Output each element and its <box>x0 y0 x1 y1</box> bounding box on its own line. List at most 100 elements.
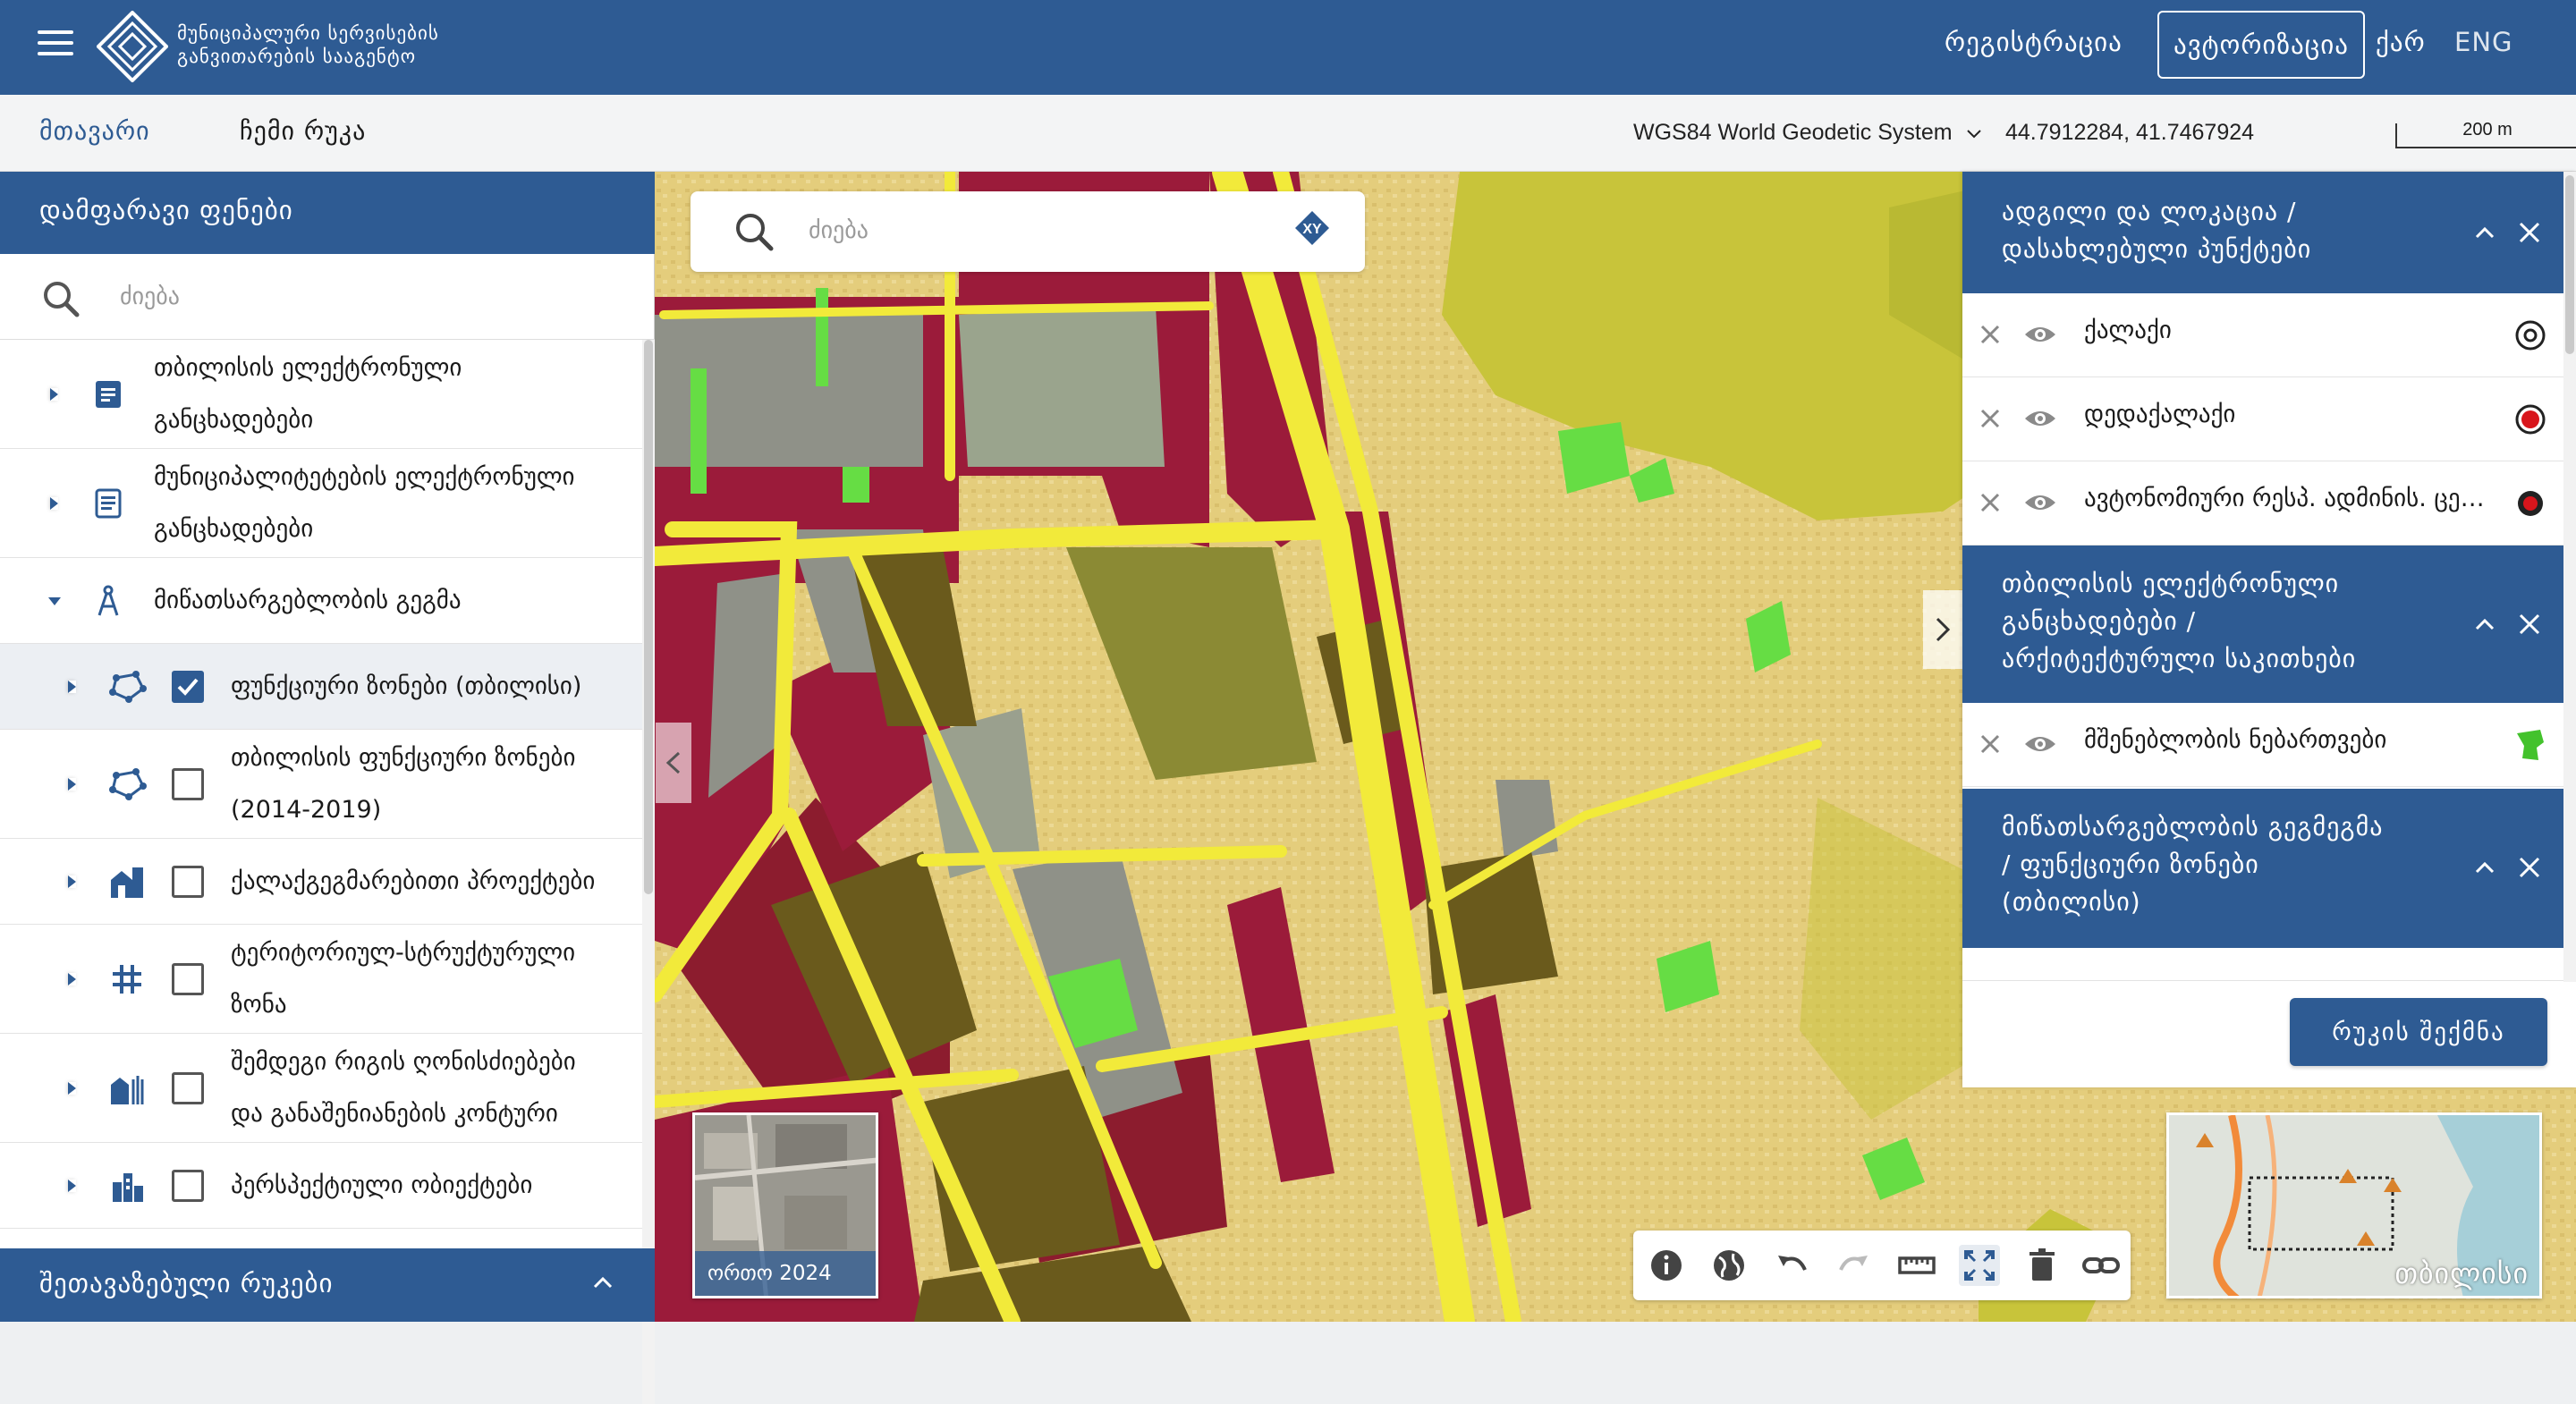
crs-selector[interactable]: WGS84 World Geodetic System <box>1633 120 1982 146</box>
expand-arrow-icon[interactable] <box>68 875 76 888</box>
menu-icon[interactable] <box>38 30 73 59</box>
layer-territorial-structural-zone[interactable]: ტერიტორიულ-სტრუქტურული ზონა <box>0 925 642 1034</box>
legend-item-label: დედაქალაქი <box>2084 401 2236 428</box>
divider <box>1962 980 2576 981</box>
expand-arrow-icon[interactable] <box>68 681 76 693</box>
collapse-right-panel-button[interactable] <box>1923 590 1962 669</box>
globe-icon[interactable] <box>1708 1245 1750 1286</box>
visibility-eye-icon[interactable] <box>2023 732 2057 757</box>
map-search-box <box>691 191 1365 272</box>
overview-map[interactable]: თბილისი <box>2166 1112 2542 1298</box>
layer-label: ფუნქციური ზონები (თბილისი) <box>231 672 582 700</box>
chevron-right-icon <box>1936 617 1951 642</box>
park-3 <box>843 467 869 503</box>
expand-arrow-icon[interactable] <box>68 778 76 791</box>
tab-my-map[interactable]: ჩემი რუკა <box>240 116 366 146</box>
map-search-input[interactable] <box>807 213 1272 249</box>
agency-name-line2: განვითარების სააგენტო <box>177 46 417 67</box>
lang-ka-link[interactable]: ქარ <box>2376 27 2426 57</box>
chevron-down-icon <box>1966 130 1981 139</box>
chevron-up-icon[interactable] <box>2474 857 2496 878</box>
basemap-switcher-ortho[interactable]: ორთო 2024 <box>692 1112 878 1298</box>
layer-checkbox[interactable] <box>172 963 204 995</box>
layer-group-land-use-plan[interactable]: მიწათსარგებლობის გეგმა <box>0 558 642 644</box>
layer-tbilisi-functional-zones-2014[interactable]: თბილისის ფუნქციური ზონები (2014-2019) <box>0 730 642 839</box>
close-icon[interactable] <box>2517 855 2542 880</box>
chevron-left-icon <box>665 751 681 774</box>
layer-checkbox[interactable] <box>172 1170 204 1202</box>
capital-symbol-icon <box>2515 404 2546 435</box>
visibility-eye-icon[interactable] <box>2023 406 2057 431</box>
layers-panel: დამფარავი ფენები თბილისის ელექტრონული გა… <box>0 172 655 1404</box>
layer-group-municipal-applications[interactable]: მუნიციპალიტეტების ელექტრონული განცხადებე… <box>0 449 642 558</box>
visibility-eye-icon[interactable] <box>2023 490 2057 515</box>
layer-group-tbilisi-applications[interactable]: თბილისის ელექტრონული განცხადებები <box>0 340 642 449</box>
legend-section-land-use[interactable]: მიწათსარგებლობის გეგმეგმა / ფუნქციური ზო… <box>1962 789 2563 948</box>
agency-name: მუნიციპალური სერვისების განვითარების საა… <box>177 21 439 68</box>
layer-label: შემდეგი რიგის ღონისძიებები <box>231 1048 576 1076</box>
green-polygon-symbol-icon <box>2517 730 2544 760</box>
legend-item-city: ქალაქი <box>1962 293 2563 377</box>
expand-arrow-icon[interactable] <box>68 973 76 985</box>
active-layers-panel: ადგილი და ლოკაცია / დასახლებული პუნქტები… <box>1962 172 2576 1087</box>
chevron-up-icon[interactable] <box>2474 613 2496 635</box>
expand-arrow-icon[interactable] <box>50 388 58 401</box>
cross-road-2 <box>917 845 1287 867</box>
measure-ruler-icon[interactable] <box>1896 1245 1937 1286</box>
remove-icon[interactable] <box>1979 491 2002 514</box>
compass-icon <box>97 585 119 616</box>
layer-search-input[interactable] <box>118 279 619 315</box>
legend-section-settlements[interactable]: ადგილი და ლოკაცია / დასახლებული პუნქტები <box>1962 172 2563 293</box>
suggested-maps-bar[interactable]: შეთავაზებული რუკები <box>0 1248 655 1322</box>
layer-perspective-objects[interactable]: პერსპექტიული ობიექტები <box>0 1143 642 1229</box>
collapse-arrow-icon[interactable] <box>48 597 61 605</box>
expand-arrow-icon[interactable] <box>50 497 58 510</box>
section-title-line2: განცხადებები / <box>2002 606 2197 636</box>
agency-name-line1: მუნიციპალური სერვისების <box>177 22 439 44</box>
ortho-caption: ორთო 2024 <box>695 1251 876 1296</box>
link-icon[interactable] <box>2080 1245 2122 1286</box>
undo-icon[interactable] <box>1771 1245 1812 1286</box>
chevron-up-icon[interactable] <box>2474 222 2496 243</box>
tab-main[interactable]: მთავარი <box>39 116 150 146</box>
register-link[interactable]: რეგისტრაცია <box>1945 27 2123 57</box>
legend-section-architecture[interactable]: თბილისის ელექტრონული განცხადებები / არქი… <box>1962 546 2563 703</box>
layers-scrollbar-thumb[interactable] <box>644 340 653 894</box>
expand-arrow-icon[interactable] <box>68 1082 76 1095</box>
layer-functional-zones-tbilisi[interactable]: ფუნქციური ზონები (თბილისი) <box>0 644 642 730</box>
institutional-zone-b <box>959 306 1165 467</box>
legend-item-building-permits: მშენებლობის ნებართვები <box>1962 703 2563 787</box>
city-icon <box>113 1173 143 1202</box>
layer-next-phase-measures[interactable]: შემდეგი რიგის ღონისძიებები და განაშენიან… <box>0 1034 642 1143</box>
close-icon[interactable] <box>2517 612 2542 637</box>
redo-icon[interactable] <box>1834 1245 1875 1286</box>
collapse-left-panel-button[interactable] <box>656 723 691 803</box>
layer-checkbox[interactable] <box>172 768 204 800</box>
lang-en-link[interactable]: ENG <box>2454 27 2513 57</box>
close-icon[interactable] <box>2517 220 2542 245</box>
layer-label: მუნიციპალიტეტების ელექტრონული <box>154 463 575 491</box>
trash-icon[interactable] <box>2021 1245 2063 1286</box>
layer-checkbox[interactable] <box>172 1072 204 1104</box>
sub-navigation: მთავარი ჩემი რუკა WGS84 World Geodetic S… <box>0 95 2576 172</box>
park-1 <box>691 368 707 494</box>
visibility-eye-icon[interactable] <box>2023 322 2057 347</box>
remove-icon[interactable] <box>1979 732 2002 756</box>
create-map-button[interactable]: რუკის შექმნა <box>2290 998 2547 1066</box>
legend-scrollbar-thumb[interactable] <box>2565 175 2574 354</box>
remove-icon[interactable] <box>1979 323 2002 346</box>
info-icon[interactable] <box>1646 1245 1687 1286</box>
fullscreen-icon[interactable] <box>1959 1245 2000 1286</box>
xy-coordinate-button[interactable]: XY <box>1293 209 1331 247</box>
layer-label-line2: და განაშენიანების კონტური <box>231 1100 558 1128</box>
suggested-maps-label: შეთავაზებული რუკები <box>39 1268 334 1298</box>
section-title-line2: / ფუნქციური ზონები <box>2002 850 2259 879</box>
buildings-icon <box>111 867 143 898</box>
layer-checkbox[interactable] <box>172 671 204 703</box>
remove-icon[interactable] <box>1979 407 2002 430</box>
login-button[interactable]: ავტორიზაცია <box>2157 11 2365 79</box>
section-title-line3: (თბილისი) <box>2002 887 2141 917</box>
layer-urban-planning-projects[interactable]: ქალაქგეგმარებითი პროექტები <box>0 839 642 925</box>
layer-checkbox[interactable] <box>172 866 204 898</box>
expand-arrow-icon[interactable] <box>68 1180 76 1192</box>
